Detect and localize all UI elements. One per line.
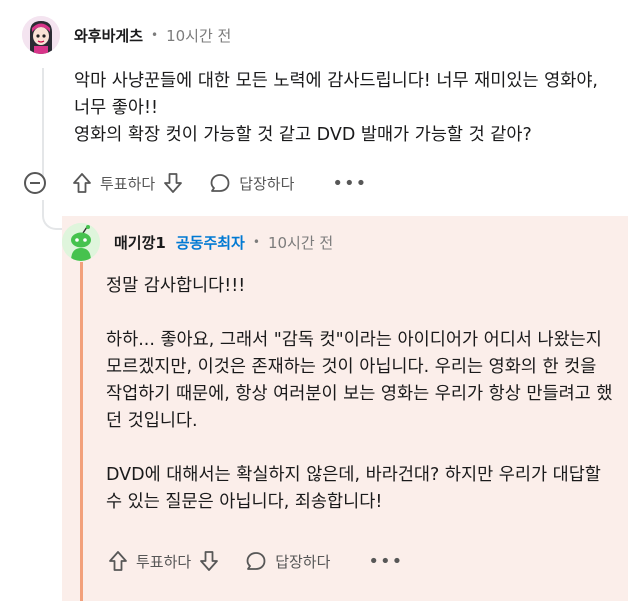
downvote-icon[interactable] xyxy=(163,172,183,194)
reply-paragraph: DVD에 대해서는 확실하지 않은데, 바라건대? 하지만 우리가 대답할 수 … xyxy=(106,465,601,512)
reply-body: 정말 감사합니다!!! 하하... 좋아요, 그래서 "감독 컷"이라는 아이디… xyxy=(106,273,616,516)
moderator-badge: 공동주최자 xyxy=(175,233,245,252)
comment-body: 악마 사냥꾼들에 대한 모든 노력에 감사드립니다! 너무 재미있는 영화야, … xyxy=(74,68,614,149)
comment-actions: 투표하다 답장하다 ••• xyxy=(24,172,367,194)
separator: • xyxy=(252,235,260,249)
more-options-icon[interactable]: ••• xyxy=(368,551,403,572)
reply-label[interactable]: 답장하다 xyxy=(275,551,330,572)
separator: • xyxy=(151,28,159,42)
collapse-button[interactable] xyxy=(24,172,46,194)
upvote-icon[interactable] xyxy=(72,172,92,194)
avatar[interactable] xyxy=(22,16,60,54)
author-name[interactable]: 와후바게츠 xyxy=(74,25,143,46)
comment-header: 와후바게츠 • 10시간 전 xyxy=(74,22,231,48)
timestamp[interactable]: 10시간 전 xyxy=(166,25,231,46)
more-options-icon[interactable]: ••• xyxy=(332,173,367,194)
downvote-icon[interactable] xyxy=(199,550,219,572)
upvote-icon[interactable] xyxy=(108,550,128,572)
timestamp[interactable]: 10시간 전 xyxy=(268,232,333,253)
reply-actions: 투표하다 답장하다 ••• xyxy=(108,550,403,572)
reply-label[interactable]: 답장하다 xyxy=(239,173,294,194)
reply-icon[interactable] xyxy=(245,550,267,572)
avatar[interactable] xyxy=(62,223,100,261)
reply-header: 매기깡1 공동주최자 • 10시간 전 xyxy=(114,229,333,255)
comment-paragraph: 악마 사냥꾼들에 대한 모든 노력에 감사드립니다! 너무 재미있는 영화야, … xyxy=(74,71,598,118)
upvote-label[interactable]: 투표하다 xyxy=(100,173,155,194)
comment-paragraph: 영화의 확장 컷이 가능할 것 같고 DVD 발매가 가능할 것 같아? xyxy=(74,125,532,145)
reply-icon[interactable] xyxy=(209,172,231,194)
author-name[interactable]: 매기깡1 xyxy=(114,232,166,253)
reply-paragraph: 정말 감사합니다!!! xyxy=(106,276,246,296)
reply-paragraph: 하하... 좋아요, 그래서 "감독 컷"이라는 아이디어가 어디서 나왔는지 … xyxy=(106,330,613,431)
reply-accent-bar xyxy=(80,262,83,601)
thread-line xyxy=(42,68,44,178)
upvote-label[interactable]: 투표하다 xyxy=(136,551,191,572)
